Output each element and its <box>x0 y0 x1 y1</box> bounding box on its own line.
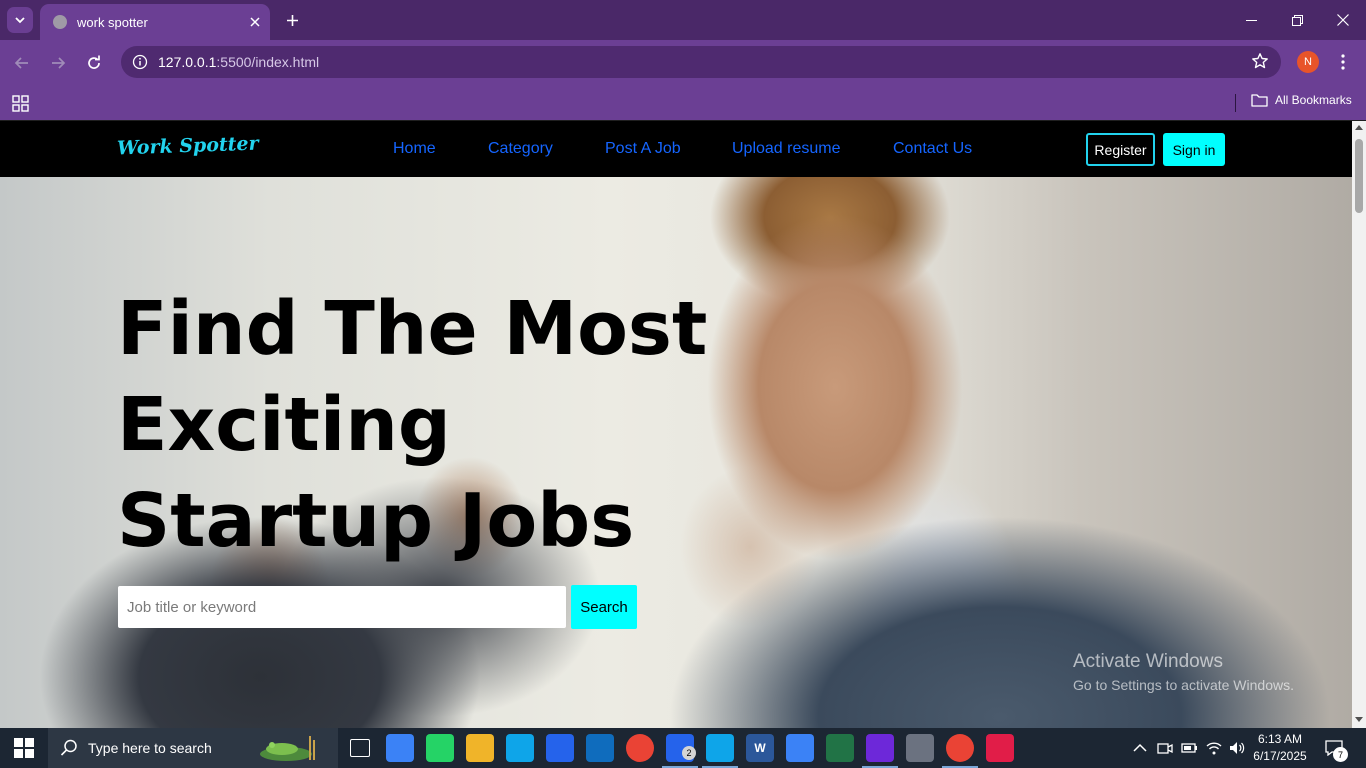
volume-icon[interactable] <box>1228 739 1246 757</box>
active-tab[interactable]: work spotter <box>40 4 270 40</box>
tab-search-button[interactable] <box>7 7 33 33</box>
nav-link-upload-resume[interactable]: Upload resume <box>732 140 841 158</box>
word-icon[interactable]: W <box>746 734 774 762</box>
windows-logo-icon <box>14 738 34 758</box>
headline-line: Find The Most <box>117 286 708 372</box>
search-highlight-frog-icon <box>260 736 315 761</box>
bookmarks-bar: All Bookmarks <box>0 86 1366 120</box>
close-icon <box>1337 14 1349 26</box>
more-vertical-icon <box>1341 54 1345 70</box>
sign-in-button[interactable]: Sign in <box>1163 133 1225 166</box>
reload-icon <box>88 55 100 69</box>
site-navbar: Work Spotter Home Category Post A Job Up… <box>0 121 1352 177</box>
scroll-down-arrow-icon[interactable] <box>1355 717 1363 722</box>
page-scrollbar[interactable] <box>1352 121 1366 728</box>
hero-headline: Find The Most Exciting Startup Jobs <box>117 281 737 569</box>
app-letter: W <box>754 741 766 755</box>
browser-tab-bar: work spotter <box>0 0 1366 40</box>
wifi-icon[interactable] <box>1205 739 1223 757</box>
screen-recorder-icon[interactable] <box>986 734 1014 762</box>
site-info-icon[interactable] <box>129 51 151 73</box>
clock-time: 6:13 AM <box>1257 732 1303 746</box>
back-button[interactable] <box>8 49 36 77</box>
minimize-button[interactable] <box>1228 0 1274 40</box>
show-hidden-icons-icon[interactable] <box>1131 739 1149 757</box>
profile-avatar[interactable]: N <box>1297 51 1319 73</box>
browser-menu-button[interactable] <box>1332 51 1354 73</box>
site-logo[interactable]: Work Spotter <box>117 133 259 160</box>
scroll-up-arrow-icon[interactable] <box>1355 125 1363 130</box>
chevron-down-icon <box>15 17 25 24</box>
nav-link-home[interactable]: Home <box>393 140 436 158</box>
forward-button[interactable] <box>44 49 72 77</box>
job-search-input[interactable] <box>118 586 566 628</box>
apps-grid-icon[interactable] <box>11 93 31 113</box>
microsoft-store-icon[interactable] <box>546 734 574 762</box>
url-host: 127.0.0.1 <box>158 54 217 70</box>
page-viewport: Work Spotter Home Category Post A Job Up… <box>0 121 1352 728</box>
chrome-profile-icon[interactable] <box>946 734 974 762</box>
scrollbar-thumb[interactable] <box>1355 139 1363 213</box>
restore-button[interactable] <box>1274 0 1320 40</box>
chrome-icon[interactable] <box>626 734 654 762</box>
copilot-icon[interactable] <box>386 734 414 762</box>
bookmarks-divider <box>1235 94 1236 112</box>
nav-link-post-job[interactable]: Post A Job <box>605 140 681 158</box>
close-icon <box>250 17 260 27</box>
taskbar-search-placeholder: Type here to search <box>88 740 212 756</box>
windows-taskbar: Type here to search 2 W 6:13 AM 6/17/2025… <box>0 728 1366 768</box>
minimize-icon <box>1245 19 1257 21</box>
folder-icon <box>1251 94 1268 107</box>
excel-icon[interactable] <box>826 734 854 762</box>
browser-toolbar: 127.0.0.1:5500/index.html N <box>0 40 1366 86</box>
app-badge: 2 <box>682 746 696 760</box>
tab-close-button[interactable] <box>243 10 267 34</box>
bookmark-star-icon[interactable] <box>1251 52 1269 75</box>
edge-icon[interactable] <box>506 734 534 762</box>
start-button[interactable] <box>0 728 48 768</box>
search-icon <box>60 739 77 756</box>
taskbar-search-box[interactable]: Type here to search <box>48 728 338 768</box>
whatsapp-icon[interactable] <box>426 734 454 762</box>
task-view-icon[interactable] <box>350 739 370 757</box>
close-window-button[interactable] <box>1320 0 1366 40</box>
meet-now-icon[interactable] <box>1156 739 1174 757</box>
nav-link-contact[interactable]: Contact Us <box>893 140 972 158</box>
activate-windows-subtitle: Go to Settings to activate Windows. <box>1073 677 1294 693</box>
edge-dev-icon[interactable] <box>706 734 734 762</box>
all-bookmarks-label: All Bookmarks <box>1275 93 1352 107</box>
file-explorer-icon[interactable] <box>466 734 494 762</box>
headline-line: Exciting <box>117 382 451 468</box>
new-tab-button[interactable] <box>280 8 304 32</box>
headline-line: Startup Jobs <box>117 478 635 564</box>
arrow-left-icon <box>14 57 28 69</box>
reload-button[interactable] <box>80 49 108 77</box>
nav-link-category[interactable]: Category <box>488 140 553 158</box>
notification-count-badge: 7 <box>1333 747 1348 762</box>
battery-icon[interactable] <box>1180 739 1198 757</box>
restore-icon <box>1291 14 1303 26</box>
photos-icon[interactable] <box>786 734 814 762</box>
url-path: :5500/index.html <box>216 54 320 70</box>
media-player-icon[interactable] <box>906 734 934 762</box>
address-bar[interactable]: 127.0.0.1:5500/index.html <box>121 46 1281 78</box>
register-button[interactable]: Register <box>1086 133 1155 166</box>
visual-studio-icon[interactable] <box>866 734 894 762</box>
all-bookmarks-button[interactable]: All Bookmarks <box>1251 93 1352 107</box>
globe-icon <box>53 15 67 29</box>
tab-title: work spotter <box>77 14 148 30</box>
plus-icon <box>286 14 298 26</box>
system-clock[interactable]: 6:13 AM 6/17/2025 <box>1250 731 1310 765</box>
arrow-right-icon <box>52 57 66 69</box>
outlook-icon[interactable] <box>586 734 614 762</box>
search-button[interactable]: Search <box>571 585 637 629</box>
clock-date: 6/17/2025 <box>1253 749 1307 763</box>
activate-windows-title: Activate Windows <box>1073 651 1223 672</box>
